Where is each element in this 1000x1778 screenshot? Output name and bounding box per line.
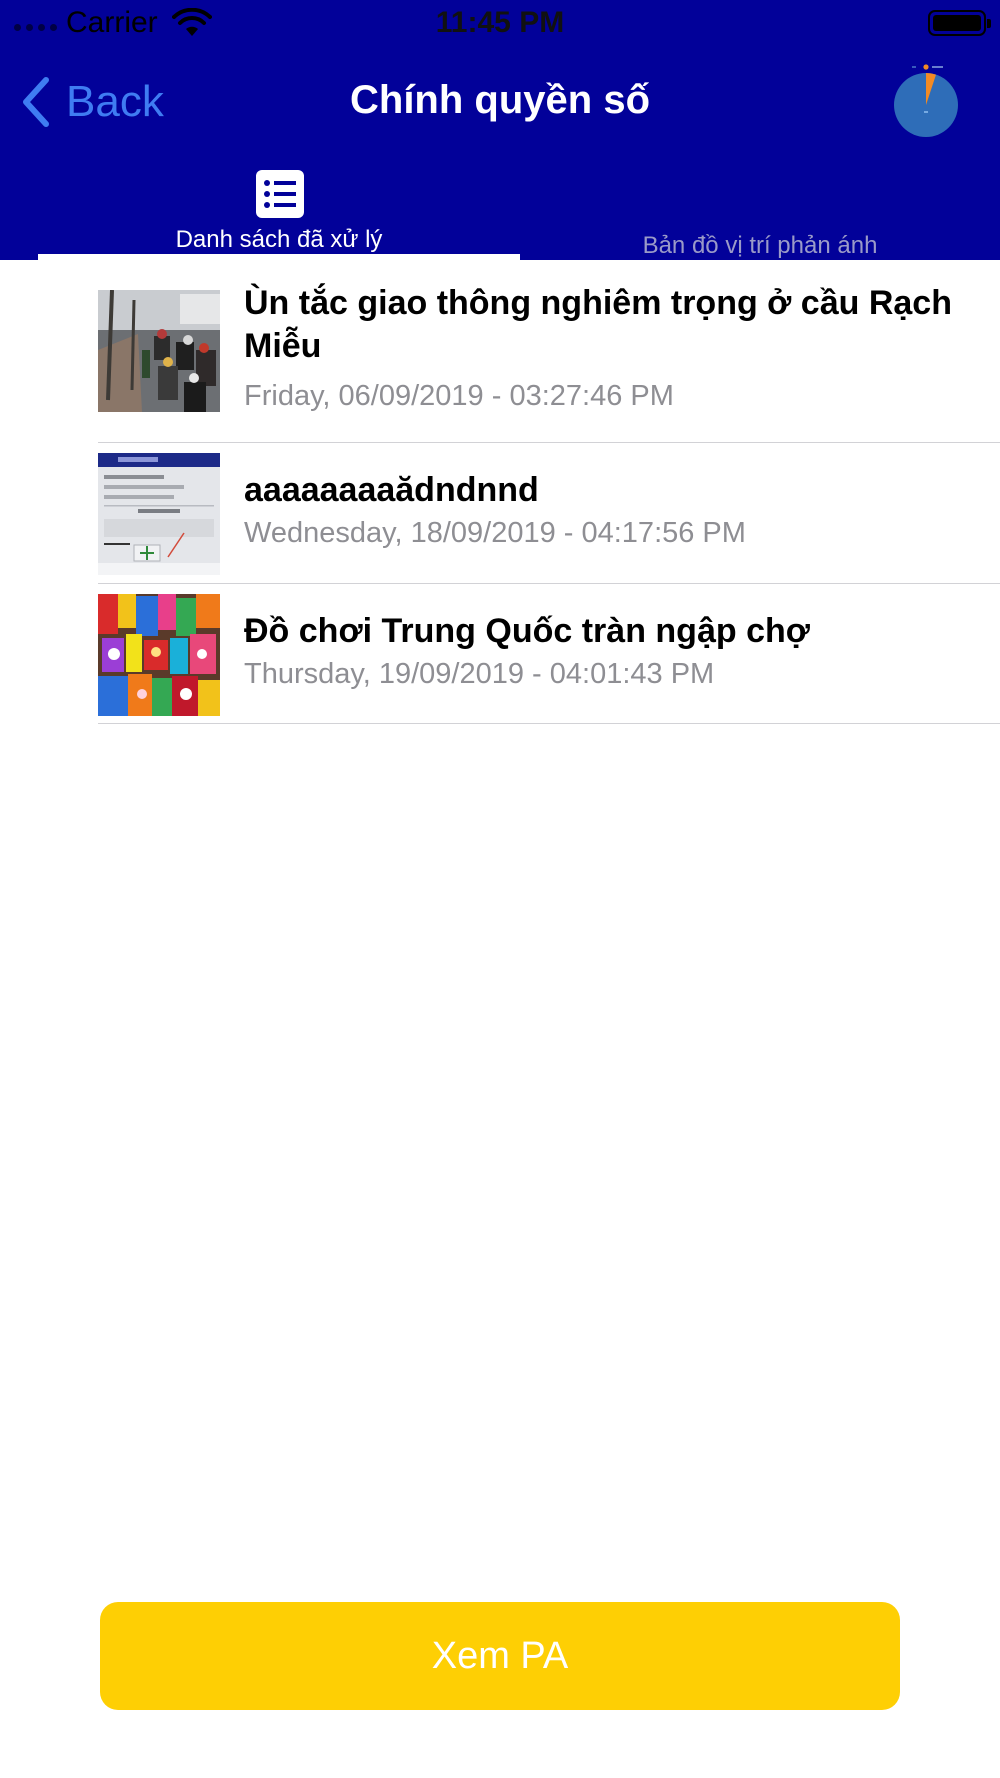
tab-processed-list[interactable]: Danh sách đã xử lý [38, 160, 520, 260]
list-icon [256, 170, 304, 218]
tab-location-map[interactable]: Bản đồ vị trí phản ánh [520, 160, 1000, 260]
status-time: 11:45 PM [435, 6, 565, 39]
status-bar: Carrier 11:45 PM [0, 0, 1000, 48]
traffic-photo-thumbnail [98, 290, 220, 412]
list-item[interactable]: Ùn tắc giao thông nghiêm trọng ở cầu Rạc… [98, 260, 1000, 443]
view-pa-button[interactable]: Xem PA [100, 1602, 900, 1710]
tab-processed-list-label: Danh sách đã xử lý [175, 226, 383, 253]
header: Carrier 11:45 PM Back Chính quyền số Dan… [0, 0, 1000, 260]
list-item[interactable]: aaaaaaaaădndnnd Wednesday, 18/09/2019 - … [98, 443, 1000, 584]
list-item[interactable]: Đồ chơi Trung Quốc tràn ngập chợ Thursda… [98, 584, 1000, 724]
page-title: Chính quyền số [350, 78, 650, 122]
item-date: Friday, 06/09/2019 - 03:27:46 PM [244, 380, 674, 412]
toys-market-photo-thumbnail [98, 594, 220, 716]
item-title: Đồ chơi Trung Quốc tràn ngập chợ [244, 612, 810, 650]
pie-chart-icon[interactable] [888, 60, 964, 140]
item-title: aaaaaaaaădndnnd [244, 471, 539, 509]
item-date: Thursday, 19/09/2019 - 04:01:43 PM [244, 658, 715, 690]
item-title: Ùn tắc giao thông nghiêm trọng ở cầu Rạc… [244, 284, 952, 365]
item-date: Wednesday, 18/09/2019 - 04:17:56 PM [244, 517, 746, 549]
tab-location-map-label: Bản đồ vị trí phản ánh [642, 232, 878, 259]
app-screenshot-thumbnail [98, 453, 220, 575]
battery-icon [928, 10, 991, 36]
